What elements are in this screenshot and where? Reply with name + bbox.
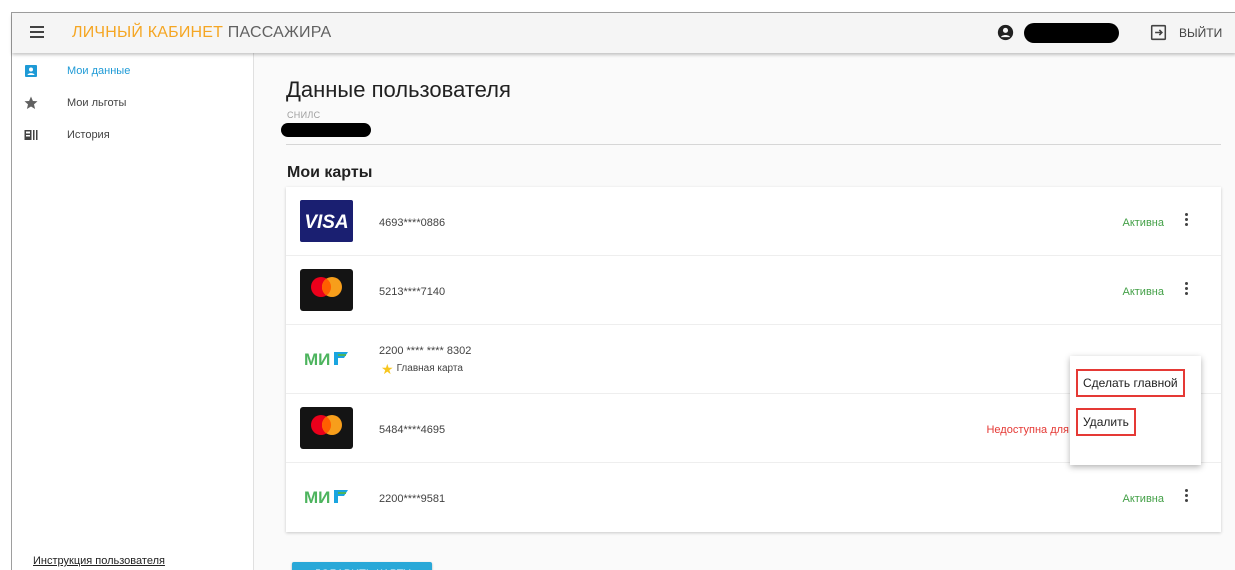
page-title: Данные пользователя bbox=[286, 77, 511, 102]
svg-text:VISA: VISA bbox=[304, 212, 348, 233]
mir-logo: МИ bbox=[304, 350, 348, 369]
card-number: 5213****7140 bbox=[379, 286, 446, 298]
sidebar-item-my-data[interactable]: Мои данные bbox=[12, 61, 252, 83]
star-icon bbox=[24, 96, 38, 109]
user-icon bbox=[997, 24, 1014, 41]
add-card-button[interactable]: ДОБАВИТЬ КАРТУ bbox=[292, 562, 432, 570]
card-row[interactable]: МИ 2200****9581 Активна bbox=[286, 463, 1221, 532]
make-main-menu-item[interactable]: Сделать главной bbox=[1076, 369, 1185, 397]
card-row[interactable]: 5213****7140 Активна bbox=[286, 256, 1221, 325]
card-number: 4693****0886 bbox=[379, 217, 446, 229]
main-content: Данные пользователя СНИЛС Мои карты VISA… bbox=[255, 53, 1235, 570]
app-title-accent: ЛИЧНЫЙ КАБИНЕТ bbox=[72, 24, 224, 41]
sidebar-item-label: Мои льготы bbox=[67, 97, 127, 109]
logout-icon[interactable] bbox=[1150, 24, 1167, 41]
cards-section-title: Мои карты bbox=[287, 164, 373, 181]
sidebar-item-benefits[interactable]: Мои льготы bbox=[12, 93, 252, 115]
divider bbox=[286, 144, 1221, 145]
svg-text:МИ: МИ bbox=[304, 488, 330, 507]
snils-label: СНИЛС bbox=[287, 110, 321, 120]
user-manual-link[interactable]: Инструкция пользователя bbox=[33, 555, 165, 567]
more-vert-icon[interactable] bbox=[1183, 282, 1189, 298]
card-row[interactable]: VISA 4693****0886 Активна bbox=[286, 187, 1221, 256]
mastercard-logo bbox=[300, 407, 353, 449]
user-badge-icon bbox=[25, 65, 37, 77]
menu-icon[interactable] bbox=[30, 26, 44, 38]
card-number: 5484****4695 bbox=[379, 424, 446, 436]
card-status: Активна bbox=[1122, 286, 1165, 298]
mir-logo: МИ bbox=[304, 488, 348, 507]
delete-menu-item[interactable]: Удалить bbox=[1076, 408, 1136, 436]
sidebar-item-label: История bbox=[67, 129, 110, 141]
history-icon bbox=[24, 130, 38, 140]
visa-logo: VISA bbox=[300, 200, 353, 242]
more-vert-icon[interactable] bbox=[1183, 489, 1189, 505]
card-number: 2200 **** **** 8302 bbox=[379, 345, 472, 357]
mastercard-logo bbox=[300, 269, 353, 311]
card-status: Недоступна для bbox=[986, 424, 1069, 436]
app-title-rest: ПАССАЖИРА bbox=[223, 24, 332, 41]
main-card-flag: ★ Главная карта bbox=[381, 360, 463, 377]
card-context-menu: Сделать главной Удалить bbox=[1070, 356, 1201, 465]
svg-text:МИ: МИ bbox=[304, 350, 330, 369]
sidebar: Мои данные Мои льготы История Инструкция… bbox=[12, 53, 254, 570]
card-status: Активна bbox=[1122, 217, 1165, 229]
app-header: ЛИЧНЫЙ КАБИНЕТ ПАССАЖИРА ВЫЙТИ bbox=[12, 13, 1235, 53]
main-card-label: Главная карта bbox=[396, 363, 463, 374]
card-number: 2200****9581 bbox=[379, 493, 446, 505]
logout-button[interactable]: ВЫЙТИ bbox=[1179, 26, 1222, 40]
app-title: ЛИЧНЫЙ КАБИНЕТ ПАССАЖИРА bbox=[72, 24, 331, 42]
user-name-redacted bbox=[1024, 23, 1119, 43]
snils-value-redacted bbox=[281, 123, 371, 137]
star-icon: ★ bbox=[381, 360, 394, 377]
sidebar-item-label: Мои данные bbox=[67, 65, 131, 77]
more-vert-icon[interactable] bbox=[1183, 213, 1189, 229]
app-window: ЛИЧНЫЙ КАБИНЕТ ПАССАЖИРА ВЫЙТИ Мои данны… bbox=[11, 12, 1235, 570]
card-status: Активна bbox=[1122, 493, 1165, 505]
sidebar-item-history[interactable]: История bbox=[12, 125, 252, 147]
